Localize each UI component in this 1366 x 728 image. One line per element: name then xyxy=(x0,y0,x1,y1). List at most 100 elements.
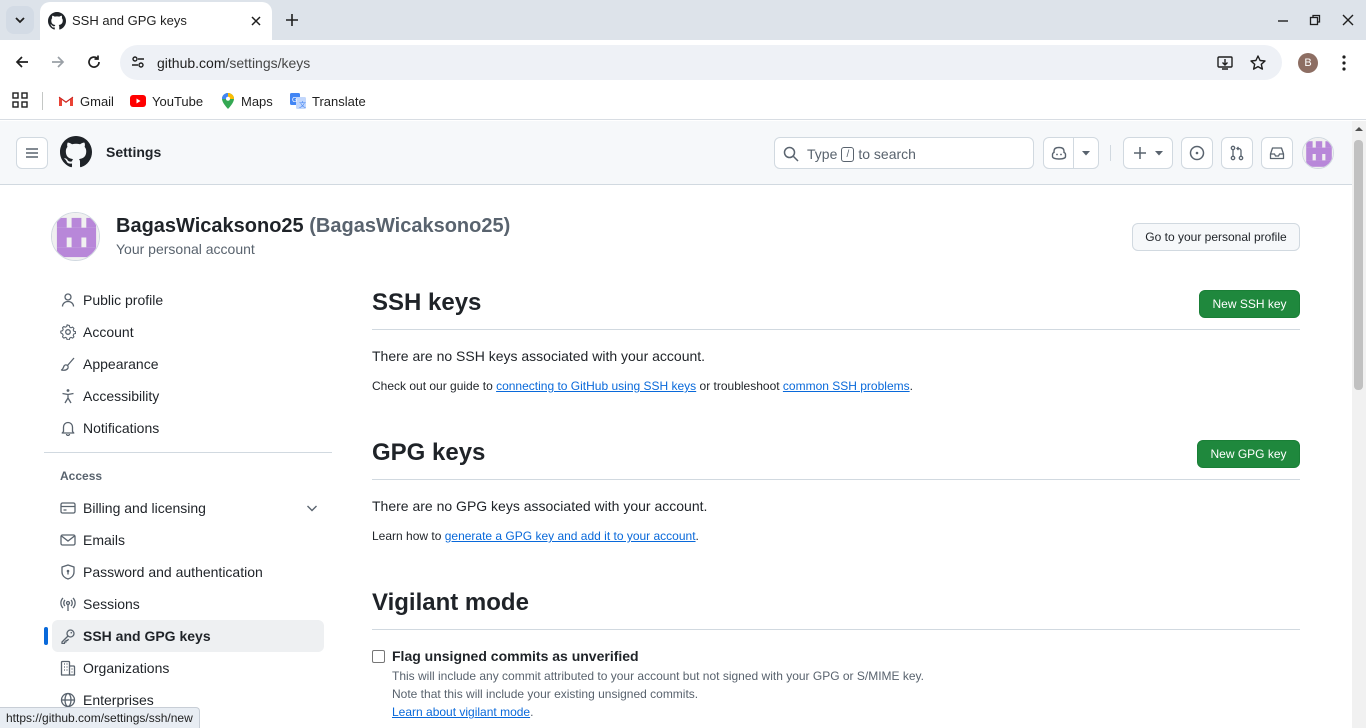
sidebar-item-appearance[interactable]: Appearance xyxy=(52,348,324,380)
forward-button[interactable] xyxy=(44,48,72,76)
vigilant-mode-checkbox[interactable] xyxy=(372,650,385,663)
credit-card-icon xyxy=(60,502,76,514)
url-domain: github.com xyxy=(157,55,226,71)
ssh-guide-prefix: Check out our guide to xyxy=(372,379,497,393)
shield-lock-icon xyxy=(61,564,75,580)
sidebar-item-password-authentication[interactable]: Password and authentication xyxy=(52,556,324,588)
gpg-keys-heading: GPG keys xyxy=(372,439,486,466)
bell-icon xyxy=(61,421,75,436)
minimize-button[interactable] xyxy=(1271,8,1295,32)
youtube-icon xyxy=(130,95,146,107)
vigilant-learn-link[interactable]: Learn about vigilant mode xyxy=(392,705,530,719)
sidebar-item-accessibility[interactable]: Accessibility xyxy=(52,380,324,412)
search-input[interactable]: Type / to search xyxy=(774,137,1034,169)
go-to-profile-button[interactable]: Go to your personal profile xyxy=(1132,223,1300,251)
sidebar-item-organizations[interactable]: Organizations xyxy=(52,652,324,684)
copilot-dropdown-button[interactable] xyxy=(1073,137,1099,169)
global-nav-menu-button[interactable] xyxy=(16,137,48,169)
copilot-button[interactable] xyxy=(1043,137,1074,169)
sidebar-item-label: Accessibility xyxy=(83,388,160,404)
new-ssh-key-button[interactable]: New SSH key xyxy=(1199,290,1300,318)
sidebar-item-label: Enterprises xyxy=(83,692,154,708)
bookmark-label: YouTube xyxy=(152,93,204,109)
tab-search-button[interactable] xyxy=(6,6,34,34)
sidebar-item-public-profile[interactable]: Public profile xyxy=(52,284,324,316)
new-tab-button[interactable] xyxy=(280,8,304,32)
translate-icon: G文 xyxy=(290,93,306,109)
sidebar-item-account[interactable]: Account xyxy=(52,316,324,348)
person-icon xyxy=(61,293,75,307)
sidebar-item-label: SSH and GPG keys xyxy=(83,628,211,644)
github-logo-icon[interactable] xyxy=(60,136,92,168)
close-window-button[interactable] xyxy=(1336,8,1360,32)
sidebar-item-emails[interactable]: Emails xyxy=(52,524,324,556)
sidebar-item-label: Billing and licensing xyxy=(83,500,206,516)
create-new-button[interactable] xyxy=(1123,137,1173,169)
restore-button[interactable] xyxy=(1303,8,1327,32)
gpg-generate-link[interactable]: generate a GPG key and add it to your ac… xyxy=(445,529,696,543)
restore-icon xyxy=(1309,14,1321,26)
sidebar-divider xyxy=(44,452,332,453)
vigilant-mode-label[interactable]: Flag unsigned commits as unverified xyxy=(392,648,639,664)
new-gpg-key-button[interactable]: New GPG key xyxy=(1197,440,1300,468)
account-name: BagasWicaksono25 (BagasWicaksono25) xyxy=(116,215,510,238)
bookmark-translate[interactable]: G文 Translate xyxy=(290,92,366,110)
arrow-right-icon xyxy=(52,56,65,68)
sidebar-item-label: Organizations xyxy=(83,660,170,676)
ssh-guide-text: Check out our guide to connecting to Git… xyxy=(372,379,913,393)
gpg-empty-text: There are no GPG keys associated with yo… xyxy=(372,498,708,514)
browser-menu-button[interactable] xyxy=(1333,50,1355,76)
sidebar-item-sessions[interactable]: Sessions xyxy=(52,588,324,620)
mail-icon xyxy=(60,534,76,546)
sidebar-item-label: Account xyxy=(83,324,134,340)
git-pull-request-icon xyxy=(1230,145,1244,161)
inbox-button[interactable] xyxy=(1261,137,1293,169)
page-scrollbar-thumb[interactable] xyxy=(1354,140,1363,390)
account-display-name[interactable]: BagasWicaksono25 xyxy=(116,215,304,237)
url-text[interactable]: github.com/settings/keys xyxy=(157,55,310,71)
search-prefix: Type xyxy=(807,146,838,162)
search-shortcut-key: / xyxy=(841,146,855,162)
page-title[interactable]: Settings xyxy=(106,144,161,160)
site-info-icon[interactable] xyxy=(128,52,148,72)
sidebar-item-notifications[interactable]: Notifications xyxy=(52,412,324,444)
vigilant-note-1: This will include any commit attributed … xyxy=(392,669,925,683)
tab-close-button[interactable] xyxy=(246,11,266,31)
ssh-guide-link[interactable]: connecting to GitHub using SSH keys xyxy=(496,379,696,393)
chevron-down-icon[interactable] xyxy=(304,500,320,516)
reload-icon xyxy=(88,55,100,68)
bookmark-youtube[interactable]: YouTube xyxy=(130,92,203,110)
scroll-up-arrow-icon[interactable] xyxy=(1354,124,1364,134)
bookmark-maps[interactable]: Maps xyxy=(221,92,273,110)
issue-opened-icon xyxy=(1189,145,1205,161)
install-app-icon[interactable] xyxy=(1214,52,1236,74)
browser-tab-active[interactable]: SSH and GPG keys xyxy=(40,2,272,40)
close-icon xyxy=(251,16,261,26)
reload-button[interactable] xyxy=(80,48,108,76)
tab-title: SSH and GPG keys xyxy=(72,13,187,28)
bookmark-gmail[interactable]: Gmail xyxy=(58,92,114,110)
apps-grid-icon[interactable] xyxy=(12,92,28,108)
address-bar[interactable]: github.com/settings/keys xyxy=(120,45,1282,80)
gmail-icon xyxy=(58,96,74,106)
svg-text:G: G xyxy=(292,97,297,104)
pull-requests-button[interactable] xyxy=(1221,137,1253,169)
active-indicator xyxy=(44,627,48,645)
issues-button[interactable] xyxy=(1181,137,1213,169)
sidebar-item-billing[interactable]: Billing and licensing xyxy=(52,492,324,524)
sidebar-item-label: Emails xyxy=(83,532,126,548)
sidebar-item-ssh-gpg-keys[interactable]: SSH and GPG keys xyxy=(52,620,324,652)
bookmark-star-icon[interactable] xyxy=(1247,52,1269,74)
user-avatar[interactable] xyxy=(1302,137,1334,169)
globe-icon xyxy=(60,692,76,708)
broadcast-icon xyxy=(60,597,76,611)
copilot-icon xyxy=(1051,146,1066,160)
browser-status-url: https://github.com/settings/ssh/new xyxy=(0,707,200,728)
minimize-icon xyxy=(1278,20,1288,22)
ssh-troubleshoot-link[interactable]: common SSH problems xyxy=(783,379,910,393)
browser-profile-avatar[interactable]: B xyxy=(1298,53,1318,73)
search-icon xyxy=(783,146,799,162)
account-avatar xyxy=(51,212,100,261)
back-button[interactable] xyxy=(8,48,36,76)
maps-icon xyxy=(222,93,234,109)
